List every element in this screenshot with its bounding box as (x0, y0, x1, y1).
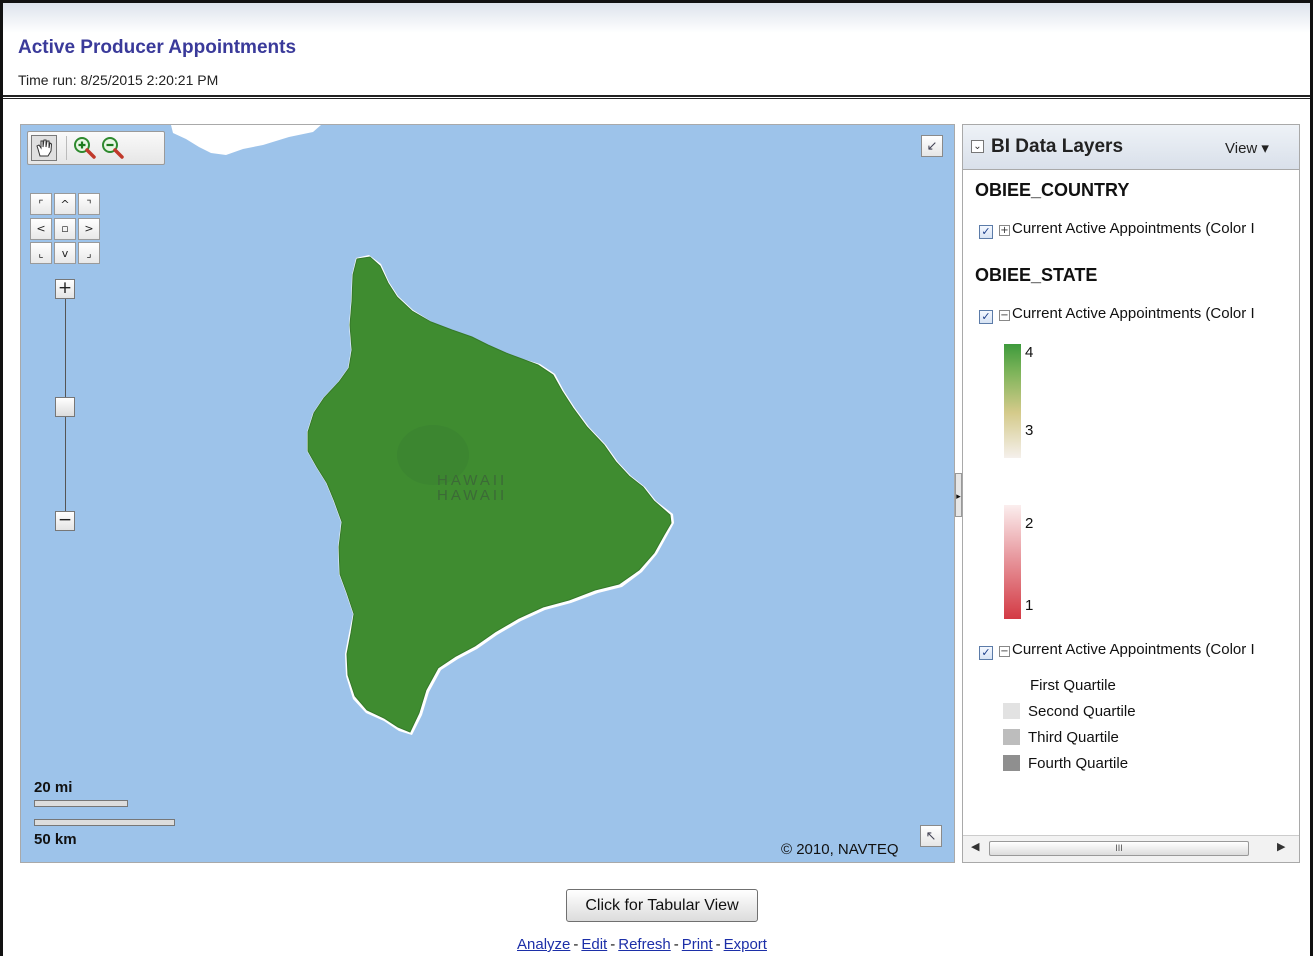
export-link[interactable]: Export (724, 936, 767, 953)
layer-country-checkbox[interactable]: ✓ (979, 225, 993, 239)
color-ramp-high (1004, 344, 1021, 458)
bi-data-layers-panel: ⌄ BI Data Layers View ▾ OBIEE_COUNTRY ✓ +… (962, 124, 1300, 863)
layer-row-state-1: ✓ − Current Active Appointments (Color I (979, 305, 1255, 325)
scale-miles-label: 20 mi (34, 779, 73, 796)
quartile-third-label: Third Quartile (1028, 729, 1119, 746)
zoom-out-icon[interactable] (100, 135, 126, 161)
zoom-in-icon[interactable] (72, 135, 98, 161)
time-run: Time run: 8/25/2015 2:20:21 PM (18, 72, 219, 88)
view-menu[interactable]: View ▾ (1225, 139, 1269, 157)
map-copyright: © 2010, NAVTEQ (781, 841, 899, 858)
pan-west-button[interactable]: < (30, 217, 52, 240)
pan-east-button[interactable]: > (78, 217, 100, 240)
scroll-left-icon[interactable]: ◀ (971, 840, 979, 853)
layer-row-state-2: ✓ − Current Active Appointments (Color I (979, 641, 1255, 661)
quartile-fourth-swatch (1003, 755, 1020, 771)
layer-state-1-label: Current Active Appointments (Color I (1012, 305, 1255, 322)
legend-title: BI Data Layers (991, 136, 1124, 157)
pan-southwest-button[interactable]: ⌞ (30, 242, 52, 265)
link-separator: - (715, 936, 721, 953)
print-link[interactable]: Print (682, 936, 713, 953)
quartile-fourth: Fourth Quartile (1003, 755, 1128, 773)
quartile-second-label: Second Quartile (1028, 703, 1136, 720)
scale-miles-bar (34, 800, 128, 807)
link-separator: - (673, 936, 679, 953)
map-toolbar (27, 131, 165, 165)
zoom-slider-thumb[interactable] (55, 397, 75, 417)
report-links: Analyze - Edit - Refresh - Print - Export (517, 936, 767, 953)
collapse-overview-icon[interactable]: ↙ (921, 135, 943, 157)
ramp-label-4: 4 (1025, 344, 1034, 361)
quartile-third: Third Quartile (1003, 729, 1119, 747)
quartile-second-swatch (1003, 703, 1020, 719)
ramp-label-1: 1 (1025, 597, 1034, 614)
pan-control: ⌜ ^ ⌝ < ▫ > ⌞ v ⌟ (30, 193, 102, 265)
legend-toggle-icon[interactable]: ▸ (955, 473, 962, 517)
ramp-label-2: 2 (1025, 515, 1034, 532)
legend-header: ⌄ BI Data Layers View ▾ (963, 125, 1299, 170)
toolbar-separator (66, 136, 67, 160)
layer-group-country: OBIEE_COUNTRY (975, 180, 1130, 200)
pan-hand-icon[interactable] (31, 135, 57, 161)
link-separator: - (573, 936, 579, 953)
pan-north-button[interactable]: ^ (54, 193, 76, 215)
expand-overview-icon[interactable]: ↖ (920, 825, 942, 847)
layer-country-label: Current Active Appointments (Color I (1012, 220, 1255, 237)
tabular-view-button[interactable]: Click for Tabular View (566, 889, 758, 922)
pan-center-button[interactable]: ▫ (54, 217, 76, 240)
scroll-thumb[interactable]: III (989, 841, 1249, 856)
scroll-right-icon[interactable]: ▶ (1277, 840, 1285, 853)
edit-link[interactable]: Edit (581, 936, 607, 953)
quartile-fourth-label: Fourth Quartile (1028, 755, 1129, 772)
quartile-first-label: First Quartile (1030, 677, 1116, 694)
layer-state-1-checkbox[interactable]: ✓ (979, 310, 993, 324)
pan-northwest-button[interactable]: ⌜ (30, 193, 52, 215)
quartile-first: First Quartile (1030, 677, 1116, 695)
island-label: HAWAII HAWAII (437, 473, 507, 503)
ramp-label-3: 3 (1025, 422, 1034, 439)
pan-south-button[interactable]: v (54, 242, 76, 265)
zoom-out-button[interactable]: − (55, 511, 75, 531)
collapse-icon[interactable]: − (999, 310, 1010, 321)
report-frame: Active Producer Appointments Time run: 8… (0, 0, 1313, 956)
horizontal-scrollbar[interactable]: ◀ III ▶ (963, 835, 1299, 862)
analyze-link[interactable]: Analyze (517, 936, 570, 953)
scale-km-label: 50 km (34, 831, 77, 848)
refresh-link[interactable]: Refresh (618, 936, 671, 953)
zoom-in-button[interactable]: + (55, 279, 75, 299)
chevron-down-icon[interactable]: ⌄ (971, 140, 984, 153)
color-ramp-low (1004, 505, 1021, 619)
island-label-line-1: HAWAII (437, 472, 508, 489)
layer-row-country: ✓ + Current Active Appointments (Color I (979, 220, 1255, 240)
pan-northeast-button[interactable]: ⌝ (78, 193, 100, 215)
map-view[interactable]: HAWAII HAWAII ⌜ ^ ⌝ < ▫ > ⌞ v ⌟ + − ↙ ↖ … (20, 124, 955, 863)
top-band (3, 3, 1310, 33)
link-separator: - (610, 936, 616, 953)
layer-state-2-checkbox[interactable]: ✓ (979, 646, 993, 660)
layer-group-state: OBIEE_STATE (975, 265, 1098, 285)
quartile-third-swatch (1003, 729, 1020, 745)
header-divider (3, 95, 1310, 99)
expand-icon[interactable]: + (999, 225, 1010, 236)
layer-state-2-label: Current Active Appointments (Color I (1012, 641, 1255, 658)
report-title: Active Producer Appointments (18, 37, 297, 58)
island-label-line-2: HAWAII (437, 487, 508, 504)
quartile-second: Second Quartile (1003, 703, 1136, 721)
scale-km-bar (34, 819, 175, 826)
pan-southeast-button[interactable]: ⌟ (78, 242, 100, 265)
collapse-icon[interactable]: − (999, 646, 1010, 657)
